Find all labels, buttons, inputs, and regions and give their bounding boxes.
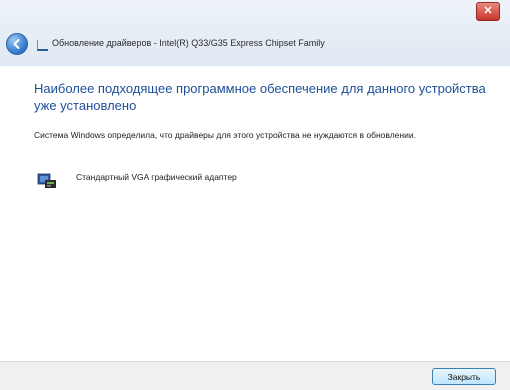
wizard-icon <box>37 40 48 51</box>
window-close-button[interactable]: ✕ <box>476 2 500 21</box>
back-button[interactable] <box>6 33 28 55</box>
result-message: Система Windows определила, что драйверы… <box>34 130 416 140</box>
close-button[interactable]: Закрыть <box>432 368 496 385</box>
display-adapter-icon <box>37 173 56 188</box>
back-arrow-icon <box>13 39 20 49</box>
device-name: Стандартный VGA графический адаптер <box>76 172 237 182</box>
window-title: Обновление драйверов - Intel(R) Q33/G35 … <box>52 38 325 48</box>
device-entry: Стандартный VGA графический адаптер <box>36 168 336 192</box>
window-titlebar: ✕ Обновление драйверов - Intel(R) Q33/G3… <box>0 0 510 66</box>
result-heading: Наиболее подходящее программное обеспече… <box>34 81 486 113</box>
close-icon: ✕ <box>483 5 493 17</box>
wizard-footer: Закрыть <box>0 361 510 390</box>
wizard-content: Наиболее подходящее программное обеспече… <box>0 66 510 361</box>
